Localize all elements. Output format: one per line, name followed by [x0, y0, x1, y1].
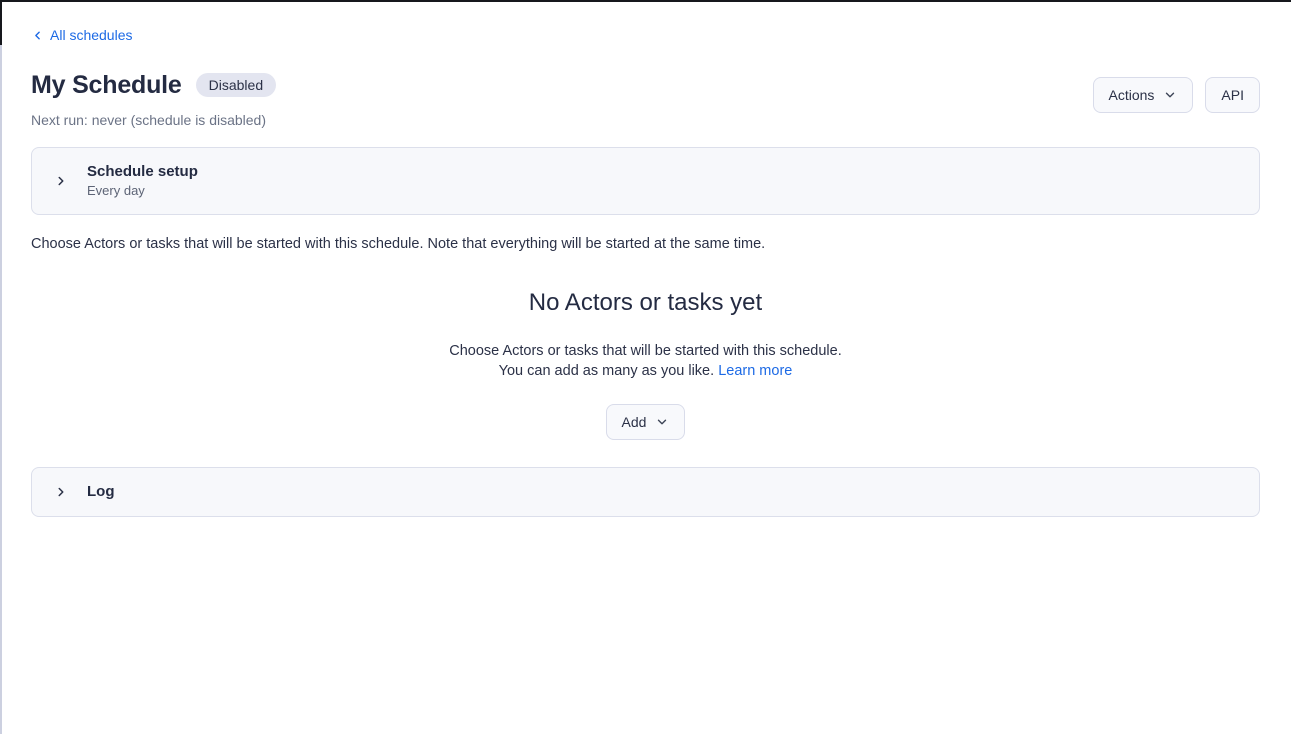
schedule-description: Choose Actors or tasks that will be star… [31, 236, 1260, 252]
next-run-text: Next run: never (schedule is disabled) [31, 112, 1260, 128]
add-button-label: Add [622, 414, 647, 430]
chevron-down-icon [655, 415, 669, 429]
schedule-detail-page: All schedules Actions API My Schedule Di… [0, 0, 1291, 734]
chevron-right-icon [54, 485, 68, 499]
chevron-left-icon [31, 29, 44, 42]
empty-state-body: Choose Actors or tasks that will be star… [31, 341, 1260, 381]
add-button-wrap: Add [31, 404, 1260, 440]
actions-button-label: Actions [1109, 87, 1155, 103]
header-actions: Actions API [1093, 77, 1261, 113]
log-panel[interactable]: Log [31, 467, 1260, 517]
back-to-all-schedules-link[interactable]: All schedules [31, 27, 133, 43]
chevron-down-icon [1163, 88, 1177, 102]
empty-state-title: No Actors or tasks yet [31, 289, 1260, 317]
schedule-setup-text: Schedule setup Every day [87, 163, 198, 199]
status-badge: Disabled [196, 73, 276, 97]
schedule-setup-subtitle: Every day [87, 182, 198, 199]
empty-state: No Actors or tasks yet Choose Actors or … [31, 289, 1260, 440]
back-link-label: All schedules [50, 27, 133, 43]
actions-button[interactable]: Actions [1093, 77, 1194, 113]
api-button-label: API [1221, 87, 1244, 103]
empty-state-line2: You can add as many as you like. [499, 363, 715, 379]
log-panel-title: Log [87, 483, 115, 501]
schedule-setup-title: Schedule setup [87, 163, 198, 181]
log-panel-text: Log [87, 483, 115, 501]
learn-more-link[interactable]: Learn more [718, 363, 792, 379]
page-title: My Schedule [31, 71, 182, 100]
empty-state-line1: Choose Actors or tasks that will be star… [449, 343, 842, 359]
schedule-setup-panel[interactable]: Schedule setup Every day [31, 147, 1260, 215]
main-content: All schedules Actions API My Schedule Di… [0, 0, 1291, 517]
chevron-right-icon [54, 174, 68, 188]
title-row: My Schedule Disabled [31, 71, 1260, 100]
add-button[interactable]: Add [606, 404, 686, 440]
api-button[interactable]: API [1205, 77, 1260, 113]
